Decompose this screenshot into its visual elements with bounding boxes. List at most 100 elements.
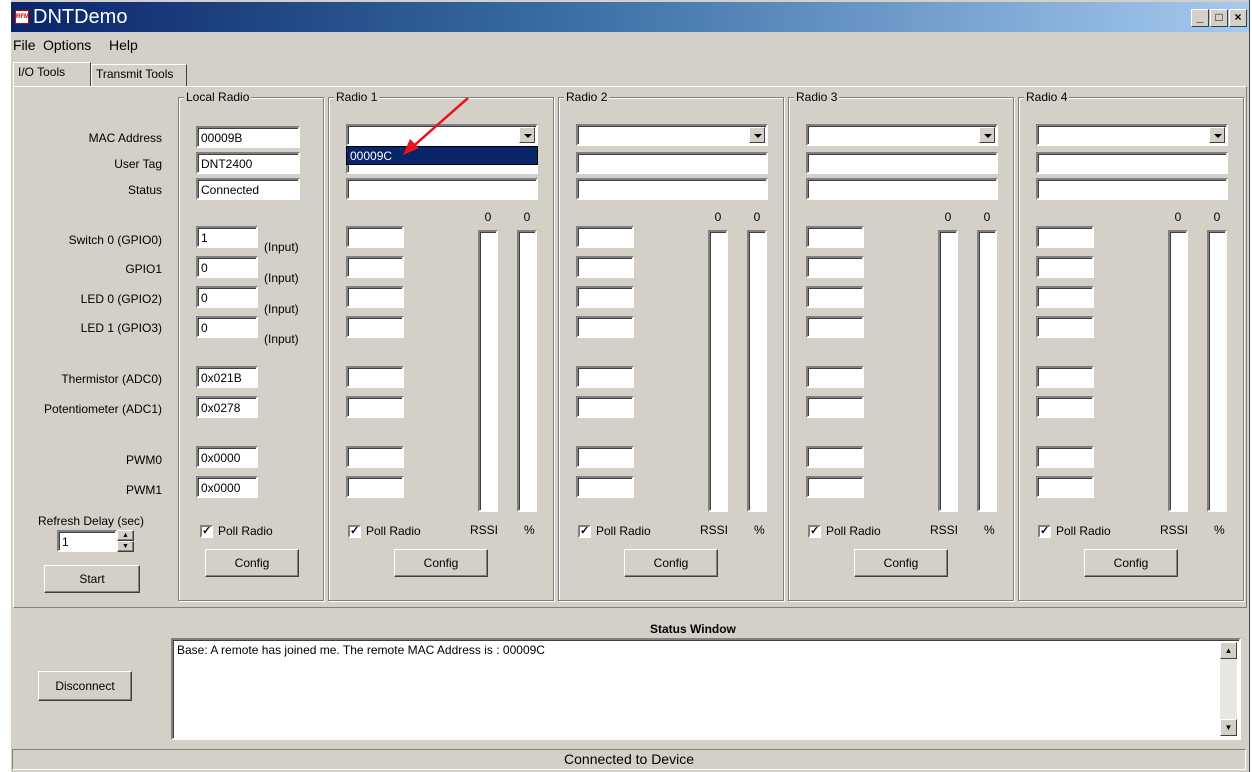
tab-io-tools[interactable]: I/O Tools [13, 62, 91, 86]
title-bar[interactable]: RFM DNTDemo _ □ × [11, 2, 1249, 32]
close-icon[interactable]: × [1229, 9, 1247, 27]
radio1-status-field[interactable] [346, 178, 538, 200]
local-config-button[interactable]: Config [205, 549, 299, 577]
status-bar: Connected to Device [12, 749, 1246, 770]
local-pwm1-field[interactable]: 0x0000 [196, 476, 258, 498]
chevron-down-icon[interactable] [1209, 127, 1225, 143]
radio2-rssi-label: RSSI [700, 523, 729, 537]
radio2-value-field[interactable] [576, 286, 634, 308]
radio1-value-field[interactable] [346, 396, 404, 418]
radio4-poll-checkbox[interactable]: ✓ [1038, 525, 1051, 538]
radio3-poll-checkbox[interactable]: ✓ [808, 525, 821, 538]
minimize-icon[interactable]: _ [1191, 9, 1209, 27]
radio1-value-field[interactable] [346, 366, 404, 388]
label-led1: LED 1 (GPIO3) [80, 321, 162, 335]
radio4-pct-value: 0 [1213, 210, 1221, 224]
radio4-value-field[interactable] [1036, 476, 1094, 498]
radio4-value-field[interactable] [1036, 256, 1094, 278]
radio2-value-field[interactable] [576, 446, 634, 468]
status-scrollbar[interactable]: ▲ ▼ [1220, 642, 1237, 736]
local-mac-field[interactable]: 00009B [196, 126, 300, 148]
chevron-down-icon[interactable] [519, 127, 535, 143]
radio2-status-field[interactable] [576, 178, 768, 200]
radio2-rssi-bar [708, 230, 728, 512]
local-switch0-field[interactable]: 1 [196, 226, 258, 248]
radio4-value-field[interactable] [1036, 366, 1094, 388]
radio2-value-field[interactable] [576, 396, 634, 418]
local-poll-label: Poll Radio [218, 524, 273, 538]
radio4-status-field[interactable] [1036, 178, 1228, 200]
local-user-tag-field[interactable]: DNT2400 [196, 152, 300, 174]
menu-options[interactable]: Options [43, 37, 91, 53]
radio1-poll-label: Poll Radio [366, 524, 421, 538]
radio3-value-field[interactable] [806, 316, 864, 338]
radio2-value-field[interactable] [576, 316, 634, 338]
radio2-value-field[interactable] [576, 366, 634, 388]
radio2-value-field[interactable] [576, 256, 634, 278]
radio1-value-field[interactable] [346, 226, 404, 248]
radio3-status-field[interactable] [806, 178, 998, 200]
start-button[interactable]: Start [44, 565, 140, 593]
radio1-value-field[interactable] [346, 286, 404, 308]
radio3-value-field[interactable] [806, 396, 864, 418]
spin-up-icon[interactable]: ▲ [117, 530, 134, 541]
radio2-poll-checkbox[interactable]: ✓ [578, 525, 591, 538]
status-window[interactable]: Base: A remote has joined me. The remote… [171, 638, 1241, 740]
radio4-config-button[interactable]: Config [1084, 549, 1178, 577]
radio4-mac-combo[interactable] [1036, 124, 1228, 146]
radio1-poll-checkbox[interactable]: ✓ [348, 525, 361, 538]
menu-help[interactable]: Help [109, 37, 138, 53]
radio3-mac-combo[interactable] [806, 124, 998, 146]
status-window-title: Status Window [650, 622, 736, 636]
spin-down-icon[interactable]: ▼ [117, 541, 134, 552]
label-thermistor: Thermistor (ADC0) [61, 372, 162, 386]
radio4-value-field[interactable] [1036, 316, 1094, 338]
radio1-value-field[interactable] [346, 316, 404, 338]
radio2-mac-combo[interactable] [576, 124, 768, 146]
radio1-pct-bar [517, 230, 537, 512]
maximize-icon[interactable]: □ [1210, 9, 1228, 27]
scroll-down-icon[interactable]: ▼ [1220, 719, 1237, 736]
menu-file[interactable]: File [13, 37, 36, 53]
scroll-up-icon[interactable]: ▲ [1220, 642, 1237, 659]
local-thermistor-field[interactable]: 0x021B [196, 366, 258, 388]
label-gpio1: GPIO1 [125, 262, 162, 276]
radio4-user-tag-field[interactable] [1036, 152, 1228, 174]
local-led1-field[interactable]: 0 [196, 316, 258, 338]
radio3-config-button[interactable]: Config [854, 549, 948, 577]
radio2-rssi-value: 0 [714, 210, 722, 224]
radio2-user-tag-field[interactable] [576, 152, 768, 174]
radio3-value-field[interactable] [806, 256, 864, 278]
local-pwm0-field[interactable]: 0x0000 [196, 446, 258, 468]
radio2-value-field[interactable] [576, 226, 634, 248]
radio3-value-field[interactable] [806, 476, 864, 498]
radio3-value-field[interactable] [806, 226, 864, 248]
radio4-value-field[interactable] [1036, 226, 1094, 248]
local-status-field[interactable]: Connected [196, 178, 300, 200]
radio3-value-field[interactable] [806, 366, 864, 388]
radio2-value-field[interactable] [576, 476, 634, 498]
local-potentiometer-field[interactable]: 0x0278 [196, 396, 258, 418]
radio1-config-button[interactable]: Config [394, 549, 488, 577]
radio4-value-field[interactable] [1036, 446, 1094, 468]
radio3-value-field[interactable] [806, 446, 864, 468]
chevron-down-icon[interactable] [749, 127, 765, 143]
refresh-delay-input[interactable]: 1 [57, 530, 117, 552]
radio4-pct-bar [1207, 230, 1227, 512]
radio2-config-button[interactable]: Config [624, 549, 718, 577]
radio1-value-field[interactable] [346, 446, 404, 468]
local-poll-checkbox[interactable]: ✓ [200, 525, 213, 538]
radio1-value-field[interactable] [346, 476, 404, 498]
disconnect-button[interactable]: Disconnect [38, 671, 132, 701]
local-gpio1-field[interactable]: 0 [196, 256, 258, 278]
local-led0-field[interactable]: 0 [196, 286, 258, 308]
radio3-value-field[interactable] [806, 286, 864, 308]
radio4-value-field[interactable] [1036, 286, 1094, 308]
radio1-value-field[interactable] [346, 256, 404, 278]
tab-transmit-tools[interactable]: Transmit Tools [91, 64, 187, 86]
radio3-user-tag-field[interactable] [806, 152, 998, 174]
switch0-direction: (Input) [264, 240, 299, 254]
radio3-pct-label: % [984, 523, 995, 537]
radio4-value-field[interactable] [1036, 396, 1094, 418]
chevron-down-icon[interactable] [979, 127, 995, 143]
